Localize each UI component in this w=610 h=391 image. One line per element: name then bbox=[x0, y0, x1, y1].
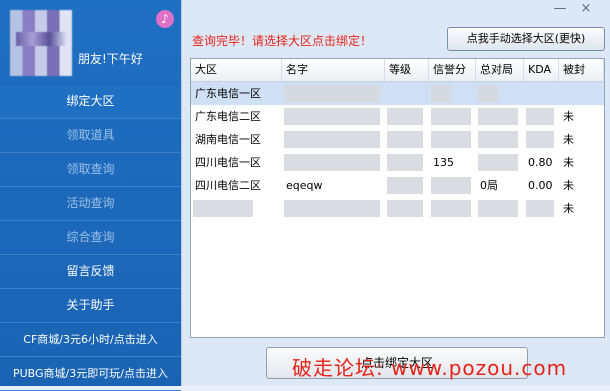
music-icon[interactable]: ♪ bbox=[156, 10, 174, 28]
table-row[interactable]: 广东电信二区 未 bbox=[191, 105, 604, 128]
column-header-level[interactable]: 等级 bbox=[385, 59, 429, 81]
cell-region: 湖南电信一区 bbox=[195, 133, 261, 146]
table-row[interactable]: 湖南电信一区 未 bbox=[191, 128, 604, 151]
cell-region: 广东电信二区 bbox=[195, 110, 261, 123]
cell-name bbox=[282, 128, 385, 151]
cell-level bbox=[385, 82, 429, 105]
cell-region: 四川电信二区 bbox=[195, 179, 261, 192]
sidebar-item-about[interactable]: 关于助手 bbox=[0, 289, 181, 323]
sidebar-item-feedback[interactable]: 留言反馈 bbox=[0, 255, 181, 289]
cell-banned: 未 bbox=[563, 179, 574, 192]
watermark-text: 破走论坛: www.pozou.com bbox=[292, 356, 568, 380]
cell-games bbox=[476, 82, 524, 105]
sidebar-item-bind-region[interactable]: 绑定大区 bbox=[0, 85, 181, 119]
sidebar: ♪ 朋友!下午好 绑定大区 领取道具 领取查询 活动查询 综合查询 留言反馈 关… bbox=[0, 0, 181, 391]
cell-banned: 未 bbox=[563, 156, 574, 169]
table-row[interactable]: 四川电信一区 135 0.80 未 bbox=[191, 151, 604, 174]
sidebar-item-event-query[interactable]: 活动查询 bbox=[0, 187, 181, 221]
sidebar-item-cf-store[interactable]: CF商城/3元6小时/点击进入 bbox=[0, 323, 181, 357]
column-header-kda[interactable]: KDA bbox=[524, 59, 559, 81]
column-header-credit[interactable]: 信誉分 bbox=[429, 59, 476, 81]
sidebar-menu: 绑定大区 领取道具 领取查询 活动查询 综合查询 留言反馈 关于助手 CF商城/… bbox=[0, 85, 181, 391]
cell-level bbox=[385, 151, 429, 174]
sidebar-item-claim-items[interactable]: 领取道具 bbox=[0, 119, 181, 153]
cell-banned bbox=[559, 82, 604, 105]
cell-kda bbox=[524, 128, 559, 151]
minimize-button[interactable]: — bbox=[549, 2, 571, 16]
cell-credit bbox=[429, 105, 476, 128]
greeting-text: 朋友!下午好 bbox=[78, 52, 143, 66]
cell-level bbox=[385, 197, 429, 220]
cell-banned: 未 bbox=[563, 202, 574, 215]
cell-name bbox=[282, 82, 385, 105]
cell-games bbox=[476, 151, 524, 174]
cell-region: 四川电信一区 bbox=[195, 156, 261, 169]
cell-region: 广东电信一区 bbox=[195, 87, 261, 100]
close-button[interactable]: × bbox=[575, 2, 597, 16]
cell-kda bbox=[524, 197, 559, 220]
cell-credit bbox=[429, 128, 476, 151]
cell-games bbox=[476, 128, 524, 151]
cell-kda: 0.00 bbox=[528, 179, 553, 192]
region-table: 大区 名字 等级 信誉分 总对局 KDA 被封 广东电信一区 广东电信二区 未 bbox=[190, 58, 605, 338]
cell-banned: 未 bbox=[563, 110, 574, 123]
column-header-name[interactable]: 名字 bbox=[282, 59, 385, 81]
cell-banned: 未 bbox=[563, 133, 574, 146]
cell-credit bbox=[429, 174, 476, 197]
column-header-banned[interactable]: 被封 bbox=[559, 59, 604, 81]
sidebar-item-general-query[interactable]: 综合查询 bbox=[0, 221, 181, 255]
cell-region bbox=[191, 197, 282, 220]
cell-credit bbox=[429, 197, 476, 220]
table-row[interactable]: 四川电信二区 eqeqw 0局 0.00 未 bbox=[191, 174, 604, 197]
cell-level bbox=[385, 105, 429, 128]
column-header-region[interactable]: 大区 bbox=[191, 59, 282, 81]
cell-credit: 135 bbox=[433, 156, 454, 169]
cell-name: eqeqw bbox=[286, 179, 323, 192]
cell-kda bbox=[524, 82, 559, 105]
cell-level bbox=[385, 174, 429, 197]
manual-select-region-button[interactable]: 点我手动选择大区(更快) bbox=[447, 27, 605, 51]
cell-name bbox=[282, 105, 385, 128]
cell-name bbox=[282, 151, 385, 174]
status-message: 查询完毕！请选择大区点击绑定！ bbox=[192, 34, 373, 48]
main-panel: — × 查询完毕！请选择大区点击绑定！ 点我手动选择大区(更快) 大区 名字 等… bbox=[181, 0, 610, 386]
cell-games bbox=[476, 197, 524, 220]
cell-name bbox=[282, 197, 385, 220]
cell-games bbox=[476, 105, 524, 128]
table-row[interactable]: 广东电信一区 bbox=[191, 82, 604, 105]
cell-kda bbox=[524, 105, 559, 128]
cell-level bbox=[385, 128, 429, 151]
table-row[interactable]: 未 bbox=[191, 197, 604, 220]
avatar[interactable] bbox=[10, 10, 72, 76]
sidebar-item-claim-query[interactable]: 领取查询 bbox=[0, 153, 181, 187]
cell-kda: 0.80 bbox=[528, 156, 553, 169]
table-header: 大区 名字 等级 信誉分 总对局 KDA 被封 bbox=[191, 59, 604, 82]
cell-games: 0局 bbox=[480, 179, 498, 192]
cell-credit bbox=[429, 82, 476, 105]
column-header-games[interactable]: 总对局 bbox=[476, 59, 524, 81]
